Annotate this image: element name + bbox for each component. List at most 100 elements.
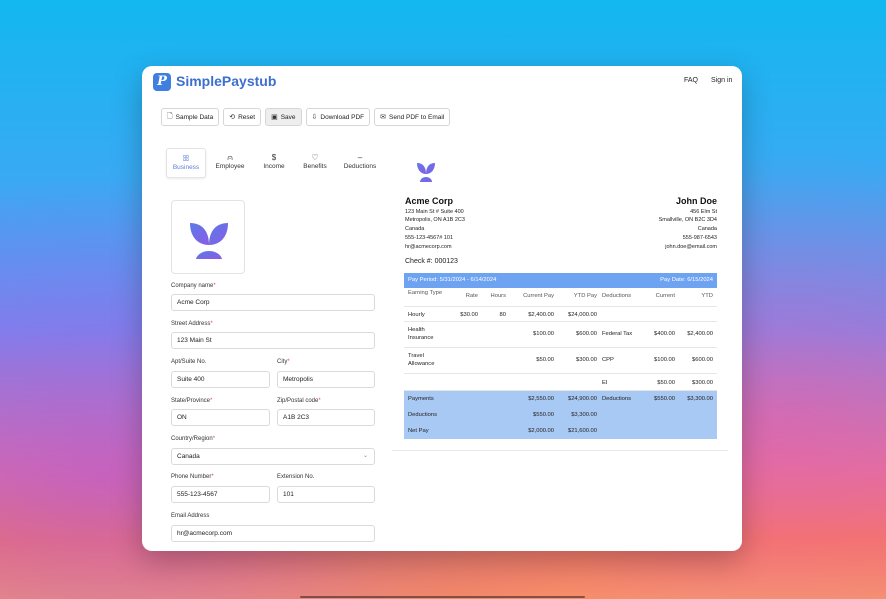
earnings-table: Earning Type Rate Hours Current Pay YTD … (404, 288, 717, 439)
col-ytd-pay: YTD Pay (573, 293, 597, 299)
brand-name[interactable]: SimplePaystub (176, 73, 276, 89)
download-pdf-button[interactable]: ⇩ Download PDF (305, 108, 371, 126)
company-name-label: Company name* (171, 283, 216, 289)
summary-ytd: $21,600.00 (567, 428, 597, 434)
cell-ytd-pay: $600.00 (576, 331, 597, 337)
reset-button[interactable]: ⟲ Reset (223, 108, 262, 126)
summary-ded-ytd: $3,300.00 (687, 396, 713, 402)
sample-data-label: Sample Data (175, 113, 214, 121)
col-hours: Hours (490, 293, 506, 299)
company-logo-upload[interactable] (171, 200, 245, 274)
cell-type: Hourly (408, 312, 425, 318)
preview-employee-name: John Doe (675, 196, 717, 206)
tab-benefits-label: Benefits (303, 163, 327, 170)
phone-label: Phone Number* (171, 474, 214, 480)
tab-benefits[interactable]: ♡ Benefits (295, 148, 335, 178)
save-label: Save (280, 113, 296, 121)
download-pdf-label: Download PDF (320, 113, 365, 121)
cell-ded-current: $400.00 (654, 331, 675, 337)
tab-deductions-label: Deductions (343, 163, 377, 170)
summary-label: Net Pay (408, 428, 429, 434)
reset-icon: ⟲ (229, 114, 236, 121)
phone-input[interactable]: 555-123-4567 (171, 486, 270, 503)
cell-current-pay: $50.00 (536, 357, 554, 363)
apt-suite-label: Apt/Suite No. (171, 359, 207, 365)
cell-deduction: EI (602, 380, 608, 386)
summary-label: Deductions (408, 412, 438, 418)
table-row: EI $50.00 $300.00 (404, 374, 717, 391)
summary-current: $2,550.00 (528, 396, 554, 402)
brand-logo-icon[interactable]: P (153, 73, 171, 91)
pay-period: Pay Period: 5/31/2024 - 6/14/2024 (408, 277, 497, 283)
cell-ded-ytd: $300.00 (692, 380, 713, 386)
extension-label: Extension No. (277, 474, 315, 480)
summary-current: $2,000.00 (528, 428, 554, 434)
street-address-label: Street Address* (171, 321, 213, 327)
summary-ytd: $3,300.00 (571, 412, 597, 418)
dollar-icon: $ (271, 153, 277, 162)
nav-signin-link[interactable]: Sign in (711, 77, 732, 84)
city-input[interactable]: Metropolis (277, 371, 375, 388)
company-name-input[interactable]: Acme Corp (171, 294, 375, 311)
cell-ytd-pay: $24,000.00 (567, 312, 597, 318)
preview-company-line: Canada (405, 226, 425, 232)
cell-deduction: Federal Tax (602, 331, 633, 337)
summary-row: Payments $2,550.00 $24,900.00 Deductions… (404, 391, 717, 407)
tab-employee[interactable]: ⩀ Employee (207, 148, 253, 178)
cell-current-pay: $100.00 (533, 331, 554, 337)
state-input[interactable]: ON (171, 409, 270, 426)
street-address-input[interactable]: 123 Main St (171, 332, 375, 349)
check-number: Check #: 000123 (405, 258, 458, 265)
summary-row: Deductions $550.00 $3,300.00 (404, 407, 717, 423)
pay-date: Pay Date: 6/15/2024 (660, 277, 713, 283)
save-icon: ▣ (271, 114, 278, 121)
summary-deduction-label: Deductions (602, 396, 632, 402)
table-header-row: Earning Type Rate Hours Current Pay YTD … (404, 288, 717, 307)
sprout-logo-icon (190, 223, 228, 264)
tab-income[interactable]: $ Income (254, 148, 294, 178)
sample-data-button[interactable]: 🗋 Sample Data (161, 108, 220, 126)
zip-input[interactable]: A1B 2C3 (277, 409, 375, 426)
cell-ded-current: $50.00 (657, 380, 675, 386)
summary-ytd: $24,900.00 (567, 396, 597, 402)
cell-type: Travel Allowance (408, 353, 435, 367)
preview-employee-line: john.doe@email.com (665, 244, 717, 250)
preview-bottom-divider (392, 450, 728, 451)
send-pdf-email-label: Send PDF to Email (389, 113, 445, 121)
summary-ded-current: $550.00 (654, 396, 675, 402)
tab-business[interactable]: ꕥ Business (166, 148, 206, 178)
preview-company-line: 555-123-4567# 101 (405, 235, 454, 241)
email-label: Email Address (171, 513, 210, 519)
preview-company-line: Metropolis, ON A1B 2C3 (405, 217, 465, 223)
country-label: Country/Region* (171, 436, 216, 442)
preview-company-line: hr@acmecorp.com (405, 244, 452, 250)
heart-icon: ♡ (311, 153, 319, 162)
cell-rate: $30.00 (460, 312, 478, 318)
cell-ded-ytd: $2,400.00 (687, 331, 713, 337)
save-button[interactable]: ▣ Save (265, 108, 302, 126)
nav-faq-link[interactable]: FAQ (684, 77, 698, 84)
tab-deductions[interactable]: – Deductions (336, 148, 384, 178)
col-rate: Rate (465, 293, 478, 299)
apt-suite-input[interactable]: Suite 400 (171, 371, 270, 388)
table-row: Health Insurance $100.00 $600.00 Federal… (404, 322, 717, 348)
country-select[interactable]: Canada ⌄ (171, 448, 375, 465)
preview-employee-line: 456 Elm St (690, 209, 717, 215)
preview-employee-line: Canada (697, 226, 717, 232)
city-label: City* (277, 359, 290, 365)
col-current-pay: Current Pay (523, 293, 554, 299)
email-input[interactable]: hr@acmecorp.com (171, 525, 375, 542)
preview-company-name: Acme Corp (405, 196, 454, 206)
col-current: Current (655, 293, 675, 299)
tab-income-label: Income (263, 163, 285, 170)
form-tabs: ꕥ Business ⩀ Employee $ Income ♡ Benefit… (166, 148, 385, 178)
send-pdf-email-button[interactable]: ✉ Send PDF to Email (374, 108, 451, 126)
tab-employee-label: Employee (215, 163, 245, 170)
cell-ded-current: $100.00 (654, 357, 675, 363)
extension-input[interactable]: 101 (277, 486, 375, 503)
col-earning-type: Earning Type (408, 290, 443, 296)
preview-company-line: 123 Main St # Suite 400 (405, 209, 464, 215)
download-icon: ⇩ (311, 114, 318, 121)
preview-sprout-logo-icon (417, 163, 435, 184)
app-window: P SimplePaystub FAQ Sign in 🗋 Sample Dat… (142, 66, 742, 551)
